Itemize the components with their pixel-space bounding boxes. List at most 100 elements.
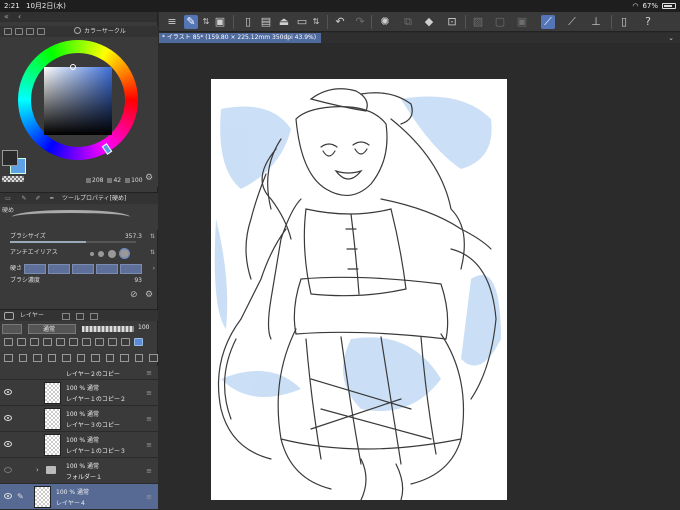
layer-menu-icon[interactable]: ≡ — [146, 493, 152, 501]
loading-icon[interactable]: ✺ — [378, 15, 392, 29]
fill-layer-icon[interactable] — [91, 354, 100, 362]
clear-icon[interactable]: ▨ — [471, 15, 485, 29]
delete-layer-icon[interactable] — [149, 354, 159, 362]
hardness-level-2[interactable] — [48, 264, 70, 274]
visibility-eye-icon[interactable] — [4, 467, 12, 473]
invert-selection-icon[interactable]: ▣ — [515, 15, 529, 29]
drawing-canvas[interactable] — [211, 79, 507, 500]
hardness-level-3[interactable] — [72, 264, 94, 274]
layer-row-selected[interactable]: ✎ 100 % 通常 レイヤー４ ≡ — [0, 484, 158, 510]
copy-layer-icon[interactable] — [62, 354, 71, 362]
antialias-stepper-icon[interactable]: ⇅ — [150, 246, 155, 260]
hardness-expand-icon[interactable]: › — [153, 262, 155, 276]
color-history-tab-icon[interactable] — [37, 28, 45, 35]
color-settings-icon[interactable]: ⚙ — [145, 173, 153, 183]
layer-search-tab-icon[interactable] — [76, 313, 84, 320]
move-down-icon[interactable] — [120, 354, 129, 362]
blend-selector-icon[interactable] — [2, 324, 22, 334]
layer-row[interactable]: 100 % 通常 レイヤー１のコピー２ ≡ — [0, 380, 158, 406]
brush-size-slider[interactable] — [10, 241, 136, 243]
layer-row[interactable]: 100 % 通常 レイヤー３のコピー ≡ — [0, 406, 158, 432]
file-stepper-icon[interactable]: ⇅ — [309, 15, 323, 29]
transparent-color-swatch[interactable] — [2, 176, 24, 182]
move-up-icon[interactable] — [105, 354, 115, 362]
redo-icon[interactable]: ↷ — [353, 15, 367, 29]
merge-down-icon[interactable] — [47, 354, 57, 362]
layer-row[interactable]: › 100 % 通常 フォルダー１ ≡ — [0, 458, 158, 484]
saturation-value-square[interactable] — [44, 67, 112, 135]
new-folder-icon[interactable] — [33, 354, 42, 362]
layer-color-icon[interactable] — [121, 338, 130, 346]
grid-icon[interactable]: ⊥ — [589, 15, 603, 29]
collapse-left-icon[interactable]: ‹ — [18, 12, 21, 22]
tool-settings-icon[interactable]: ⚙ — [145, 290, 153, 300]
mask-layer-icon[interactable] — [76, 354, 86, 362]
layer-menu-icon[interactable]: ≡ — [146, 441, 152, 449]
fill-icon[interactable]: ◆ — [422, 15, 436, 29]
layer-menu-icon[interactable]: ≡ — [146, 389, 152, 397]
hardness-level-4[interactable] — [96, 264, 118, 274]
color-set-tab-icon[interactable] — [26, 28, 34, 35]
new-vector-layer-icon[interactable] — [18, 354, 28, 362]
main-color-swatch[interactable] — [2, 150, 18, 166]
layer-menu-icon[interactable]: ≡ — [146, 467, 152, 475]
tool-reset-icon[interactable]: ⊘ — [130, 290, 138, 300]
blend-mode-select[interactable]: 通常 — [28, 324, 76, 334]
antialias-none-icon[interactable] — [90, 252, 94, 256]
import-icon[interactable]: ▭ — [295, 15, 309, 29]
draft-icon[interactable] — [56, 338, 65, 346]
hardness-level-5[interactable] — [120, 264, 142, 274]
new-raster-layer-icon[interactable] — [4, 354, 13, 362]
layer-panel-icon[interactable]: ▣ — [213, 15, 227, 29]
special-ruler-icon[interactable]: ⟋ — [565, 15, 579, 29]
deselect-icon[interactable]: ▢ — [493, 15, 507, 29]
lock-icon[interactable] — [30, 338, 39, 346]
new-canvas-icon[interactable]: ▯ — [241, 15, 255, 29]
mask-icon[interactable] — [69, 338, 78, 346]
color-icon[interactable] — [95, 338, 104, 346]
layer-settings-icon[interactable] — [134, 354, 144, 362]
antialias-weak-icon[interactable] — [98, 251, 104, 257]
visibility-eye-icon[interactable] — [4, 441, 12, 447]
ruler-snap-icon[interactable]: ⟋ — [541, 15, 555, 29]
pen-tool-icon[interactable]: ✎ — [184, 15, 198, 29]
visibility-eye-icon[interactable] — [4, 493, 12, 499]
save-icon[interactable]: ▤ — [259, 15, 273, 29]
navigator-tab-icon[interactable] — [90, 313, 98, 320]
folder-expand-icon[interactable]: › — [36, 466, 39, 474]
help-icon[interactable]: ? — [641, 15, 655, 29]
color-wheel-tab-icon[interactable] — [4, 28, 12, 35]
transform-icon[interactable]: ⊡ — [445, 15, 459, 29]
layer-opacity-slider[interactable] — [82, 326, 134, 332]
copy-icon[interactable]: ⧉ — [401, 15, 415, 29]
clip-icon[interactable] — [4, 338, 13, 346]
panel-collapse-bar[interactable]: « ‹ — [0, 12, 157, 22]
layer-row[interactable]: 100 % 通常 レイヤー１のコピー３ ≡ — [0, 432, 158, 458]
lock-transparent-icon[interactable] — [43, 338, 52, 346]
layer-row[interactable]: レイヤー２のコピー ≡ — [0, 366, 158, 380]
layer-menu-icon[interactable]: ≡ — [146, 415, 152, 423]
layer-property-tab-icon[interactable] — [62, 313, 70, 320]
color-slider-tab-icon[interactable] — [15, 28, 23, 35]
visibility-eye-icon[interactable] — [4, 389, 12, 395]
brush-size-stepper-icon[interactable]: ⇅ — [150, 230, 155, 244]
export-icon[interactable]: ⏏ — [277, 15, 291, 29]
layer-stack-icon[interactable] — [4, 312, 14, 320]
reference-icon[interactable] — [17, 338, 26, 346]
selected-mode-icon[interactable] — [134, 338, 143, 346]
hardness-level-1[interactable] — [24, 264, 46, 274]
visibility-eye-icon[interactable] — [4, 415, 12, 421]
device-icon[interactable]: ▯ — [617, 15, 631, 29]
brush-size-row[interactable]: ブラシサイズ 357.3 ⇅ — [0, 230, 158, 244]
density-row[interactable]: ブラシ濃度 93 — [0, 276, 158, 286]
collapse-all-icon[interactable]: « — [4, 12, 9, 22]
palette-icon[interactable] — [108, 338, 117, 346]
antialias-medium-icon[interactable] — [108, 250, 116, 258]
ruler-icon[interactable] — [82, 338, 91, 346]
undo-icon[interactable]: ↶ — [333, 15, 347, 29]
tool-stepper-icon[interactable]: ⇅ — [199, 15, 213, 29]
antialias-strong-icon[interactable] — [119, 248, 130, 259]
sv-picker-handle[interactable] — [70, 64, 76, 70]
menu-icon[interactable]: ≡ — [165, 15, 179, 29]
layer-menu-icon[interactable]: ≡ — [146, 369, 152, 377]
